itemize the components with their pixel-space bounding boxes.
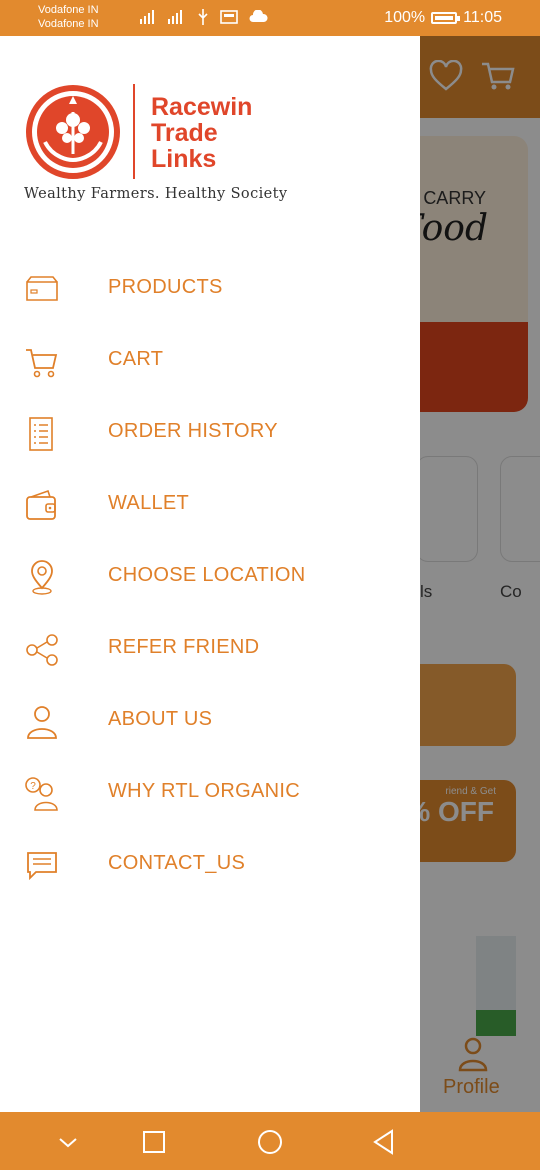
menu-item-cart[interactable]: CART — [0, 324, 420, 396]
sim-card-icon — [220, 10, 238, 24]
brand-tagline: Wealthy Farmers. Healthy Society — [24, 186, 288, 202]
menu-label: ABOUT US — [108, 708, 213, 730]
carrier-info: Vodafone IN Vodafone IN — [38, 3, 99, 31]
menu-item-refer-friend[interactable]: REFER FRIEND — [0, 612, 420, 684]
question-person-icon: ? — [25, 777, 58, 811]
usb-icon — [198, 9, 208, 25]
user-icon — [27, 706, 57, 739]
brand-line-2: Trade — [151, 119, 218, 147]
battery-icon — [431, 12, 461, 24]
menu-label: CONTACT_US — [108, 852, 246, 874]
cart-icon — [26, 349, 58, 378]
recent-apps-icon[interactable] — [140, 1128, 168, 1156]
brand-logo-icon — [26, 85, 120, 179]
menu-item-wallet[interactable]: WALLET — [0, 468, 420, 540]
menu-label: WHY RTL ORGANIC — [108, 780, 300, 802]
menu-item-contact-us[interactable]: CONTACT_US — [0, 828, 420, 900]
drawer-menu: PRODUCTS CART ORDER HISTORY WALLET CHOOS… — [0, 252, 420, 900]
box-icon — [26, 276, 58, 301]
carrier-2: Vodafone IN — [38, 18, 99, 30]
logo-divider — [133, 84, 135, 179]
carrier-1: Vodafone IN — [38, 4, 99, 16]
menu-item-order-history[interactable]: ORDER HISTORY — [0, 396, 420, 468]
signal-icon — [140, 10, 154, 24]
home-icon[interactable] — [256, 1128, 284, 1156]
status-icons — [128, 8, 268, 26]
brand-name: Racewin Trade Links — [151, 94, 252, 172]
menu-label: CHOOSE LOCATION — [108, 564, 306, 586]
brand-line-1: Racewin — [151, 93, 253, 121]
status-bar: Vodafone IN Vodafone IN 100% 11:05 — [0, 0, 540, 36]
location-pin-icon — [31, 560, 53, 595]
list-document-icon — [29, 417, 53, 451]
menu-label: PRODUCTS — [108, 276, 223, 298]
svg-text:?: ? — [30, 781, 36, 792]
menu-item-why-rtl-organic[interactable]: ? WHY RTL ORGANIC — [0, 756, 420, 828]
menu-label: WALLET — [108, 492, 190, 514]
share-people-icon — [26, 634, 58, 666]
cloud-icon — [249, 10, 268, 22]
system-nav-bar — [0, 1112, 540, 1170]
navigation-drawer: Racewin Trade Links Wealthy Farmers. Hea… — [0, 36, 420, 1112]
menu-label: REFER FRIEND — [108, 636, 260, 658]
chat-icon — [27, 852, 57, 881]
menu-item-products[interactable]: PRODUCTS — [0, 252, 420, 324]
menu-label: CART — [108, 348, 164, 370]
brand-line-3: Links — [151, 145, 217, 173]
status-right: 100% 11:05 — [384, 9, 502, 27]
clock: 11:05 — [463, 9, 502, 26]
wallet-icon — [26, 489, 56, 520]
battery-percentage: 100% — [384, 9, 426, 26]
menu-item-about-us[interactable]: ABOUT US — [0, 684, 420, 756]
menu-item-choose-location[interactable]: CHOOSE LOCATION — [0, 540, 420, 612]
back-icon[interactable] — [370, 1128, 398, 1156]
menu-label: ORDER HISTORY — [108, 420, 278, 442]
collapse-chevron-icon[interactable] — [54, 1128, 82, 1156]
signal-2-icon — [168, 10, 182, 24]
